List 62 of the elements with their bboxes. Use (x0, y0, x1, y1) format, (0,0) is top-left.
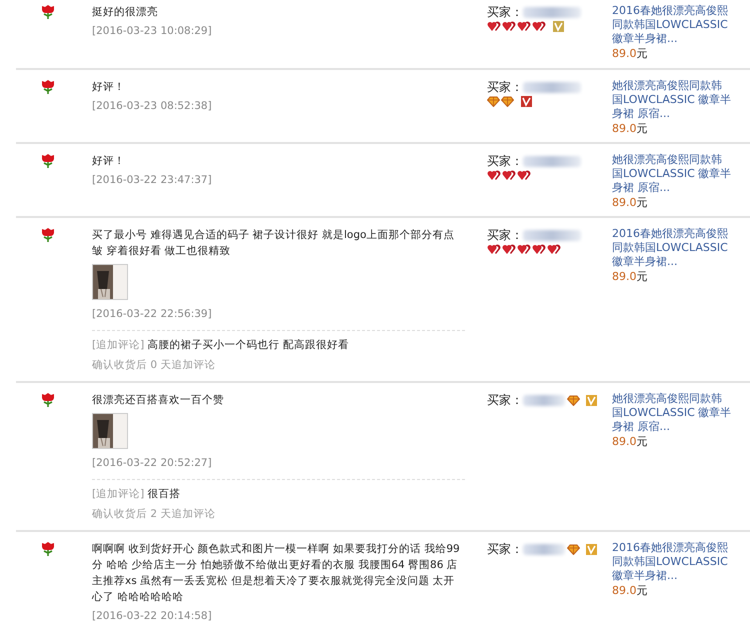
flower-icon (40, 4, 56, 20)
review-comment: 买了最小号 难得遇见合适的码子 裙子设计很好 就是logo上面那个部分有点皱 穿着很好看 做工也很精致 (92, 228, 456, 259)
redacted-username (523, 230, 581, 240)
buyer-label: 买家： (487, 79, 523, 95)
redacted-username (523, 82, 581, 92)
review-timestamp: [2016-03-23 08:52:38] (92, 99, 213, 114)
product-price: 89.0元 (612, 434, 648, 449)
diamond-icon (487, 96, 500, 107)
buyer-label: 买家： (487, 153, 523, 169)
flower-icon (40, 153, 56, 169)
redacted-username (523, 394, 565, 406)
review-comment: 好评！ (92, 80, 126, 95)
heart-icon (517, 244, 531, 255)
heart-icon (487, 21, 501, 32)
buyer-label: 买家： (487, 541, 523, 557)
heart-icon (517, 170, 531, 181)
review-comment: 很漂亮还百搭喜欢一百个赞 (92, 393, 225, 408)
flower-icon (40, 227, 56, 243)
buyer-label: 买家： (487, 4, 523, 20)
review-timestamp: [2016-03-23 10:08:29] (92, 24, 213, 39)
review-comment: 好评！ (92, 154, 126, 169)
heart-icon (532, 21, 546, 32)
heart-icon (487, 170, 501, 181)
product-link[interactable]: 2016春她很漂亮高俊熙同款韩国LOWCLASSIC 徽章半身裙... (612, 4, 732, 46)
heart-icon (487, 244, 501, 255)
heart-icon (517, 21, 531, 32)
flower-icon (40, 541, 56, 557)
product-price: 89.0元 (612, 269, 648, 284)
product-link[interactable]: 2016春她很漂亮高俊熙同款韩国LOWCLASSIC 徽章半身裙... (612, 227, 732, 269)
review-timestamp: [2016-03-22 20:14:58] (92, 609, 213, 621)
review-comment: 啊啊啊 收到货好开心 颜色款式和图片一模一样啊 如果要我打分的话 我给99分 哈哈 少给店主一分 怕她骄傲不给做出更好看的衣服 我腰围64 臀围86 店主推荐xs 虽然有一丢丢宽松 但是想着天冷了要衣服就觉得完全没问题 太开心了 哈哈哈哈哈哈 (92, 542, 461, 605)
follow-up-comment: [追加评论] 很百搭 (92, 487, 182, 502)
product-price: 89.0元 (612, 583, 648, 598)
review-comment: 挺好的很漂亮 (92, 5, 159, 20)
diamond-icon (567, 394, 580, 406)
follow-up-comment: [追加评论] 高腰的裙子买小一个码也行 配高跟很好看 (92, 338, 350, 353)
review-timestamp: [2016-03-22 23:47:37] (92, 173, 213, 188)
heart-icon (502, 21, 516, 32)
product-link[interactable]: 她很漂亮高俊熙同款韩国LOWCLASSIC 徽章半身裙 原宿... (612, 392, 732, 434)
product-link[interactable]: 她很漂亮高俊熙同款韩国LOWCLASSIC 徽章半身裙 原宿... (612, 153, 732, 195)
redacted-username (523, 544, 565, 554)
product-link[interactable]: 她很漂亮高俊熙同款韩国LOWCLASSIC 徽章半身裙 原宿... (612, 79, 732, 121)
heart-icon (502, 244, 516, 255)
flower-icon (40, 79, 56, 95)
review-timestamp: [2016-03-22 20:52:27] (92, 456, 213, 471)
buyer-label: 买家： (487, 392, 523, 408)
heart-icon (502, 170, 516, 181)
diamond-icon (501, 96, 514, 107)
redacted-username (523, 6, 581, 18)
product-link[interactable]: 2016春她很漂亮高俊熙同款韩国LOWCLASSIC 徽章半身裙... (612, 541, 732, 583)
product-price: 89.0元 (612, 46, 648, 61)
heart-icon (547, 244, 561, 255)
diamond-icon (567, 544, 580, 554)
review-timestamp: [2016-03-22 22:56:39] (92, 307, 213, 322)
product-price: 89.0元 (612, 121, 648, 136)
follow-up-note: 确认收货后 0 天追加评论 (92, 358, 216, 373)
redacted-username (523, 156, 581, 166)
follow-up-note: 确认收货后 2 天追加评论 (92, 507, 216, 522)
buyer-label: 买家： (487, 227, 523, 243)
flower-icon (40, 392, 56, 408)
product-price: 89.0元 (612, 195, 648, 210)
heart-icon (532, 244, 546, 255)
